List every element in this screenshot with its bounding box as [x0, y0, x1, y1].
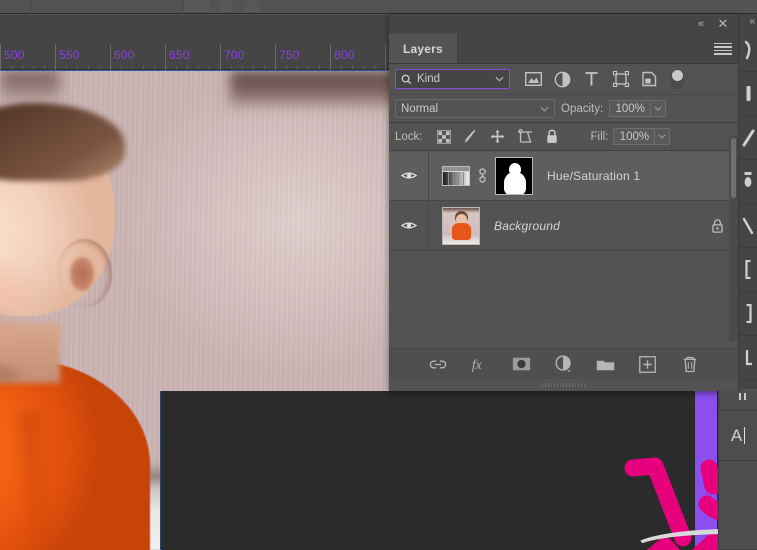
link-layers-button[interactable]: [428, 354, 448, 374]
strip-tick-marks: [719, 391, 757, 411]
close-panel-icon[interactable]: ✕: [712, 14, 734, 34]
layer-list-scrollbar[interactable]: [729, 136, 738, 341]
eye-icon: [400, 170, 417, 181]
dock-item-styles[interactable]: [739, 204, 757, 248]
search-icon: [401, 74, 412, 84]
layer-list-empty-area[interactable]: [389, 251, 738, 313]
adjustment-layer-thumbnail[interactable]: [442, 165, 470, 186]
blend-mode-row: Normal Opacity: 100%: [389, 95, 738, 123]
eye-icon: [400, 220, 417, 231]
type-preview-cell[interactable]: A: [719, 411, 757, 461]
ruler-label: 600: [114, 48, 135, 62]
ruler-label: 650: [169, 48, 190, 62]
layer-style-button[interactable]: fx: [470, 354, 490, 374]
padlock-icon: [711, 218, 724, 233]
options-ghost-icon-3[interactable]: [245, 1, 259, 12]
layer-list: Hue/Saturation 1 Background: [389, 151, 738, 313]
layer-mask-thumbnail[interactable]: [495, 156, 533, 195]
dock-item-history[interactable]: [739, 248, 757, 292]
filter-type-layers-icon[interactable]: [582, 70, 601, 89]
new-layer-button[interactable]: [638, 354, 658, 374]
dock-item-swatches[interactable]: [739, 72, 757, 116]
filter-adjustment-layers-icon[interactable]: [553, 70, 572, 89]
collapse-panel-icon[interactable]: «: [690, 14, 712, 34]
lock-buttons: [436, 129, 560, 145]
fill-chevron-icon[interactable]: [655, 128, 671, 145]
blend-mode-dropdown[interactable]: Normal: [395, 99, 555, 118]
filter-kind-dropdown[interactable]: Kind: [395, 69, 510, 89]
layer-thumbnails: [429, 156, 533, 195]
photoshop-window: 500 550 600 650 700 750 800 850: [0, 0, 757, 550]
lock-all-icon[interactable]: [544, 129, 560, 145]
layer-visibility-toggle[interactable]: [389, 151, 429, 200]
lock-image-pixels-icon[interactable]: [463, 129, 479, 145]
filter-pixel-layers-icon[interactable]: [524, 70, 543, 89]
ruler-label: 500: [4, 48, 25, 62]
lock-position-icon[interactable]: [490, 129, 506, 145]
svg-text:fx: fx: [471, 357, 481, 372]
type-sample-letter: A: [730, 425, 743, 445]
text-cursor: [744, 427, 746, 444]
dock-item-pattern[interactable]: [739, 160, 757, 204]
canvas-outer-area: [0, 391, 160, 550]
baby-hair-highlight: [0, 103, 125, 181]
blend-mode-value: Normal: [401, 102, 439, 115]
table-row[interactable]: Hue/Saturation 1: [389, 151, 738, 201]
dock-item-brush-preset[interactable]: [739, 28, 757, 72]
table-row[interactable]: Background: [389, 201, 738, 251]
filter-type-icons: [524, 70, 659, 89]
ruler-label: 800: [334, 48, 355, 62]
panel-resize-grip[interactable]: [389, 379, 738, 391]
lower-canvas-area[interactable]: [160, 391, 718, 550]
panel-title-bar: « ✕: [389, 14, 738, 34]
panel-tab-bar: Layers: [389, 34, 738, 64]
layer-name[interactable]: Hue/Saturation 1: [547, 169, 640, 183]
panel-menu-icon[interactable]: [714, 42, 732, 56]
dock-item-properties[interactable]: [739, 336, 757, 380]
filter-smart-objects-icon[interactable]: [640, 70, 659, 89]
dock-item-actions[interactable]: [739, 292, 757, 336]
filter-kind-label: Kind: [417, 73, 441, 85]
right-lower-panel: A: [718, 391, 757, 550]
tab-layers[interactable]: Layers: [389, 34, 458, 63]
lock-label: Lock:: [395, 130, 423, 143]
filter-shape-layers-icon[interactable]: [611, 70, 630, 89]
opacity-input[interactable]: 100%: [609, 100, 652, 117]
fill-label: Fill:: [590, 130, 609, 143]
chain-link-icon[interactable]: [477, 166, 488, 185]
baby-ear-inner: [70, 257, 94, 291]
layer-name[interactable]: Background: [494, 219, 560, 233]
ruler-label: 750: [279, 48, 300, 62]
layers-panel-toolbar: fx: [389, 348, 738, 379]
options-bar: [0, 0, 757, 14]
right-dock-strip: «: [738, 14, 757, 389]
lock-transparent-pixels-icon[interactable]: [436, 129, 452, 145]
layer-filter-row: Kind: [389, 64, 738, 95]
dock-item-gradient[interactable]: [739, 116, 757, 160]
chevron-down-icon: [495, 76, 504, 82]
opacity-label: Opacity:: [561, 102, 604, 115]
add-layer-mask-button[interactable]: [512, 354, 532, 374]
dock-collapse-icon[interactable]: «: [749, 14, 755, 28]
strip-empty-cell[interactable]: [719, 461, 757, 550]
lock-artboard-icon[interactable]: [517, 129, 533, 145]
layer-thumbnails: [429, 206, 480, 245]
fill-input[interactable]: 100%: [613, 128, 656, 145]
background-shadow-left: [0, 71, 60, 101]
lock-row: Lock: Fill: 100%: [389, 123, 738, 151]
new-group-button[interactable]: [596, 354, 616, 374]
ruler-label: 550: [59, 48, 80, 62]
delete-layer-button[interactable]: [680, 354, 700, 374]
filter-enable-toggle[interactable]: [671, 69, 684, 89]
opacity-chevron-icon[interactable]: [651, 100, 667, 117]
options-ghost-icon-1[interactable]: [184, 1, 210, 12]
layer-visibility-toggle[interactable]: [389, 201, 429, 250]
ruler-label: 700: [224, 48, 245, 62]
new-adjustment-layer-button[interactable]: [554, 354, 574, 374]
chevron-down-icon: [540, 106, 549, 112]
layer-thumbnail[interactable]: [442, 206, 480, 245]
layers-panel: « ✕ Layers Kind Normal Opacity: 100% Loc…: [389, 14, 738, 391]
options-ghost-icon-2[interactable]: [219, 1, 233, 12]
